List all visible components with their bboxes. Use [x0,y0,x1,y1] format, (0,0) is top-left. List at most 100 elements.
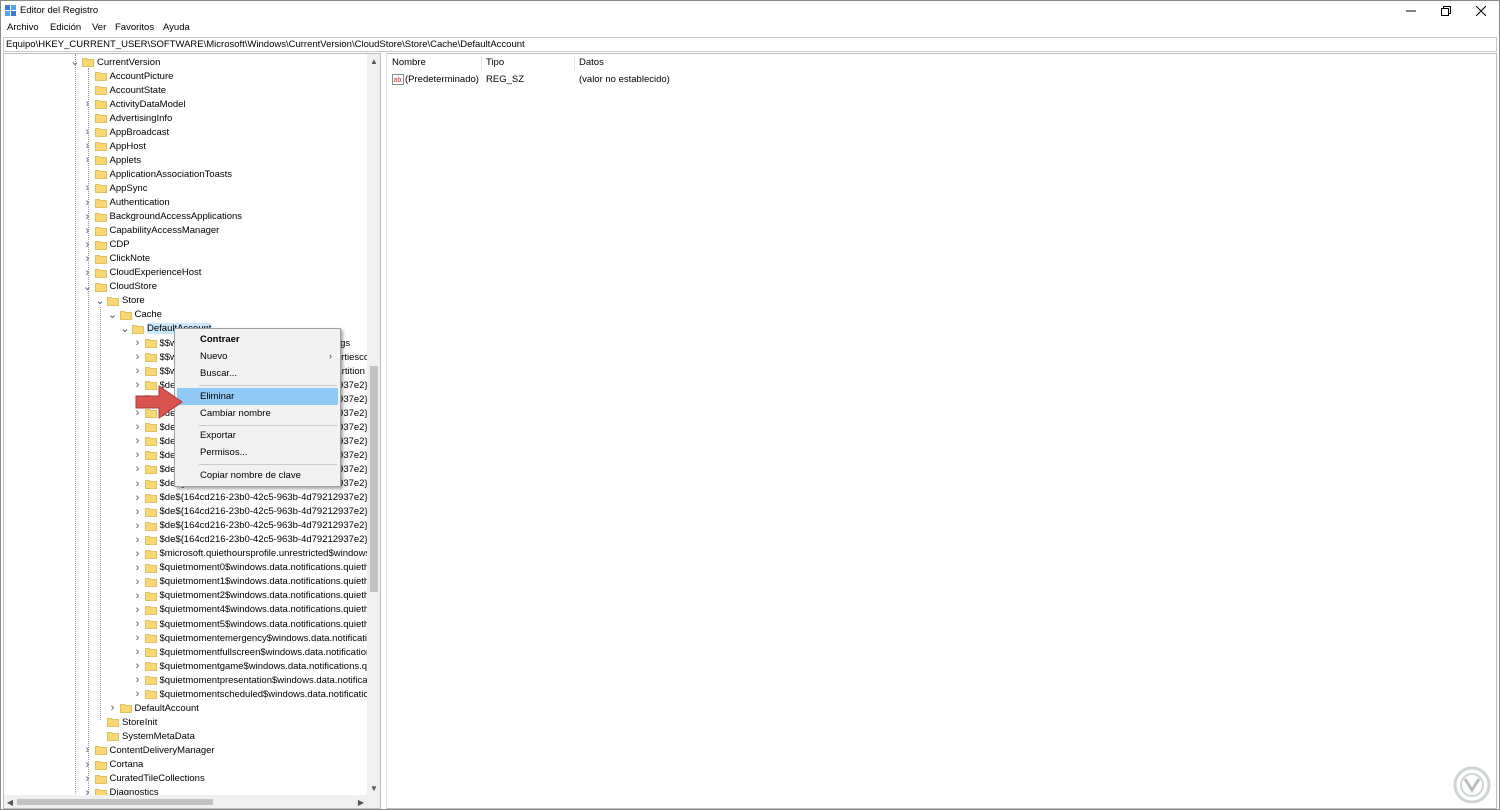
tree-node[interactable]: › $quietmoment0$windows.data.notification… [133,561,380,575]
collapsed-chevron-icon[interactable]: › [133,687,143,701]
tree-node[interactable]: › ClickNote [83,252,151,266]
tree-node[interactable]: › AppHost [83,139,146,153]
menu-item-eliminar[interactable]: Eliminar [177,388,338,405]
collapsed-chevron-icon[interactable]: › [133,673,143,687]
collapsed-chevron-icon[interactable]: › [133,575,143,589]
vertical-scroll-thumb[interactable] [370,366,378,592]
tree-node[interactable]: › $de${164cd216-23b0-42c5-963b-4d79212937… [133,491,380,505]
collapsed-chevron-icon[interactable]: › [133,505,143,519]
expanded-chevron-icon[interactable]: ⌄ [108,308,118,322]
tree-node[interactable]: SystemMetaData [95,729,195,743]
collapsed-chevron-icon[interactable]: › [133,617,143,631]
tree-node[interactable]: › Applets [83,153,142,167]
menu-item-exportar[interactable]: Exportar [177,427,338,444]
tree-node[interactable]: AdvertisingInfo [83,111,172,125]
tree-node[interactable]: › AppSync [83,181,148,195]
menu-item-cambiar-nombre[interactable]: Cambiar nombre [177,405,338,422]
tree-node[interactable]: › DefaultAccount [108,701,199,715]
column-header-type[interactable]: Tipo [486,57,504,68]
menu-archivo[interactable]: Archivo [7,22,39,33]
minimize-button[interactable] [1394,1,1428,20]
collapsed-chevron-icon[interactable]: › [133,434,143,448]
column-separator[interactable] [481,56,482,70]
scroll-left-icon[interactable]: ◀ [4,795,16,808]
tree-node[interactable]: › $quietmomentpresentation$windows.data.n… [133,673,380,687]
scroll-down-icon[interactable]: ▼ [367,781,380,795]
tree-node[interactable]: › CloudExperienceHost [83,266,202,280]
tree-node[interactable]: › $quietmoment1$windows.data.notification… [133,575,380,589]
tree-node[interactable]: › BackgroundAccessApplications [83,210,242,224]
expanded-chevron-icon[interactable]: ⌄ [120,322,130,336]
tree-node[interactable]: › $quietmoment4$windows.data.notification… [133,603,380,617]
collapsed-chevron-icon[interactable]: › [133,336,143,350]
close-button[interactable] [1464,1,1498,20]
collapsed-chevron-icon[interactable]: › [133,350,143,364]
collapsed-chevron-icon[interactable]: › [133,533,143,547]
tree-node[interactable]: StoreInit [95,715,157,729]
menu-ayuda[interactable]: Ayuda [163,22,190,33]
tree-node[interactable]: › $quietmoment2$windows.data.notification… [133,589,380,603]
tree-node[interactable]: › $de${164cd216-23b0-42c5-963b-4d79212937… [133,505,380,519]
tree-node[interactable]: › CDP [83,238,130,252]
tree-node[interactable]: AccountPicture [83,69,173,83]
tree-node[interactable]: AccountState [83,83,166,97]
collapsed-chevron-icon[interactable]: › [133,631,143,645]
restore-button[interactable] [1429,1,1463,20]
tree-node[interactable]: › $quietmomentscheduled$windows.data.noti… [133,687,379,701]
tree-node[interactable]: › $quietmomentgame$windows.data.notificat… [133,659,380,673]
tree-node[interactable]: › $quietmomentfullscreen$windows.data.not… [133,645,376,659]
menu-item-copiar-nombre[interactable]: Copiar nombre de clave [177,467,338,484]
tree-node[interactable]: › $de${164cd216-23b0-42c5-963b-4d79212937… [133,533,380,547]
tree-node[interactable]: › $quietmomentemergency$windows.data.noti… [133,631,380,645]
expanded-chevron-icon[interactable]: ⌄ [95,294,105,308]
menu-item-permisos[interactable]: Permisos... [177,444,338,461]
column-separator[interactable] [574,56,575,70]
collapsed-chevron-icon[interactable]: › [133,561,143,575]
tree-horizontal-scrollbar[interactable]: ◀ ▶ [4,795,367,808]
collapsed-chevron-icon[interactable]: › [133,659,143,673]
folder-icon [94,198,107,208]
tree-node[interactable]: › Authentication [83,196,170,210]
values-list-pane[interactable]: Nombre Tipo Datos ab (Predeterminado) RE… [386,53,1497,809]
scroll-up-icon[interactable]: ▲ [367,54,380,68]
tree-node[interactable]: › CuratedTileCollections [83,772,205,786]
menu-item-nuevo[interactable]: Nuevo › [177,348,338,365]
collapsed-chevron-icon[interactable]: › [133,448,143,462]
tree-node[interactable]: ⌄ Cache [108,308,162,322]
tree-node[interactable]: › $microsoft.quiethoursprofile.unrestrict… [133,547,380,561]
menu-edicion[interactable]: Edición [50,22,81,33]
tree-node[interactable]: › CapabilityAccessManager [83,224,220,238]
menu-ver[interactable]: Ver [92,22,106,33]
collapsed-chevron-icon[interactable]: › [133,364,143,378]
collapsed-chevron-icon[interactable]: › [133,491,143,505]
collapsed-chevron-icon[interactable]: › [133,462,143,476]
collapsed-chevron-icon[interactable]: › [108,701,118,715]
address-bar[interactable]: Equipo\HKEY_CURRENT_USER\SOFTWARE\Micros… [3,37,1497,52]
collapsed-chevron-icon[interactable]: › [133,589,143,603]
tree-node[interactable]: › Cortana [83,758,144,772]
collapsed-chevron-icon[interactable]: › [133,547,143,561]
menu-item-contraer[interactable]: Contraer [177,331,338,348]
tree-node[interactable]: ApplicationAssociationToasts [83,167,232,181]
tree-node[interactable]: ⌄ CurrentVersion [70,55,160,69]
scroll-right-icon[interactable]: ▶ [355,795,367,808]
tree-vertical-scrollbar[interactable]: ▲ ▼ [367,54,380,795]
tree-node[interactable]: ⌄ CloudStore [83,280,157,294]
collapsed-chevron-icon[interactable]: › [133,519,143,533]
menu-favoritos[interactable]: Favoritos [115,22,154,33]
tree-node[interactable]: › $quietmoment5$windows.data.notification… [133,617,380,631]
tree-node[interactable]: › AppBroadcast [83,125,170,139]
tree-node[interactable]: ⌄ Store [95,294,144,308]
collapsed-chevron-icon[interactable]: › [133,477,143,491]
tree-node[interactable]: › ContentDeliveryManager [83,743,215,757]
column-header-name[interactable]: Nombre [392,57,426,68]
collapsed-chevron-icon[interactable]: › [133,420,143,434]
collapsed-chevron-icon[interactable]: › [133,645,143,659]
tree-node[interactable]: › ActivityDataModel [83,97,186,111]
horizontal-scroll-thumb[interactable] [17,799,213,805]
collapsed-chevron-icon[interactable]: › [133,603,143,617]
menu-item-buscar[interactable]: Buscar... [177,365,338,382]
tree-node[interactable]: › $de${164cd216-23b0-42c5-963b-4d79212937… [133,519,380,533]
value-name-cell[interactable]: (Predeterminado) [405,74,479,85]
column-header-data[interactable]: Datos [579,57,604,68]
